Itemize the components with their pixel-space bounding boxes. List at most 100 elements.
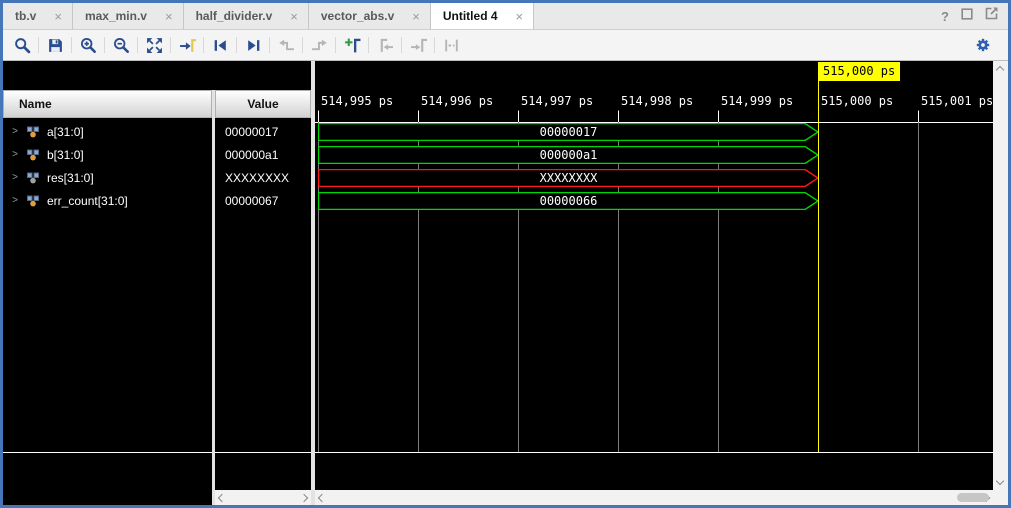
waveform-horizontal-scrollbar[interactable] [315,490,993,505]
editor-tab[interactable]: vector_abs.v × [309,3,431,29]
next-marker-button[interactable] [405,32,431,58]
bus-signal-icon [26,126,40,138]
axis-tick-label: 514,995 ps [321,94,393,108]
bus-value-label: 00000017 [318,123,819,141]
content-end-line [215,452,311,453]
tab-close-icon[interactable]: × [412,10,420,23]
signal-value-cell: 00000067 [215,189,311,212]
gridline [918,110,919,452]
axis-tick-label: 515,000 ps [821,94,893,108]
toolbar-separator [236,37,237,53]
scroll-down-icon[interactable] [996,477,1004,485]
tab-close-icon[interactable]: × [516,10,524,23]
expander-icon[interactable]: > [11,149,19,160]
waveform-canvas[interactable]: 514,995 ps 514,996 ps 514,997 ps 514,998 ps… [315,61,993,505]
signal-tree-row[interactable]: > a[31:0] [3,120,212,143]
value-column-header[interactable]: Value [215,90,311,118]
signal-name: b[31:0] [47,148,84,162]
editor-tab[interactable]: half_divider.v × [184,3,309,29]
signal-name: a[31:0] [47,125,84,139]
editor-tab[interactable]: max_min.v × [73,3,184,29]
maximize-icon[interactable] [985,7,998,25]
scroll-left-icon[interactable] [218,493,226,501]
expander-icon[interactable]: > [11,172,19,183]
signal-name: res[31:0] [47,171,94,185]
go-to-last-time-button[interactable] [240,32,266,58]
waveform-bus-b[31:0][interactable]: 000000a1 [318,146,819,164]
help-icon[interactable]: ? [941,9,949,24]
tab-label: Untitled 4 [443,9,498,23]
scroll-left-icon[interactable] [318,493,326,501]
find-button[interactable] [9,32,35,58]
scroll-right-icon[interactable] [300,493,308,501]
signal-value-cell: 000000a1 [215,143,311,166]
tab-close-icon[interactable]: × [290,10,298,23]
tabs-container: tb.v × max_min.v × half_divider.v × vect… [3,3,534,29]
toolbar-separator [137,37,138,53]
waveform-bus-err_count[31:0][interactable]: 00000066 [318,192,819,210]
signal-name: err_count[31:0] [47,194,128,208]
tab-label: half_divider.v [196,9,273,23]
toolbar-separator [434,37,435,53]
editor-tab-bar: tb.v × max_min.v × half_divider.v × vect… [3,3,1008,30]
tab-label: max_min.v [85,9,147,23]
go-to-time-0-button[interactable] [207,32,233,58]
zoom-to-cursor-button[interactable] [174,32,200,58]
zoom-in-button[interactable] [75,32,101,58]
signal-tree-row[interactable]: > res[31:0] [3,166,212,189]
vivado-waveform-window: tb.v × max_min.v × half_divider.v × vect… [0,0,1011,508]
toolbar-separator [38,37,39,53]
axis-tick-label: 514,997 ps [521,94,593,108]
tab-label: tb.v [15,9,36,23]
bus-value-label: XXXXXXXX [318,169,819,187]
expander-icon[interactable]: > [11,195,19,206]
axis-tick-mark [918,111,919,122]
toolbar-separator [368,37,369,53]
expander-icon[interactable]: > [11,126,19,137]
previous-marker-button[interactable] [372,32,398,58]
toolbar-separator [203,37,204,53]
add-marker-button[interactable] [339,32,365,58]
scroll-up-icon[interactable] [996,66,1004,74]
save-waveform-configuration-button[interactable] [42,32,68,58]
previous-transition-button[interactable] [273,32,299,58]
axis-tick-label: 514,996 ps [421,94,493,108]
bus-value-label: 000000a1 [318,146,819,164]
signal-name-list: > a[31:0] > b[31:0] > [3,120,212,212]
float-window-icon[interactable] [961,7,973,25]
bus-value-label: 00000066 [318,192,819,210]
waveform-bus-a[31:0][interactable]: 00000017 [318,123,819,141]
scrollbar-corner [993,490,1008,505]
settings-gear-icon[interactable] [970,32,996,58]
tab-close-icon[interactable]: × [165,10,173,23]
editor-tab[interactable]: tb.v × [3,3,73,29]
toolbar-separator [104,37,105,53]
tab-close-icon[interactable]: × [54,10,62,23]
signal-value-cell: XXXXXXXX [215,166,311,189]
value-horizontal-scrollbar[interactable] [215,490,311,505]
waveform-vertical-scrollbar[interactable] [993,61,1008,490]
signal-value-list: 00000017000000a1XXXXXXXX00000067 [215,120,311,212]
waveform-bus-res[31:0][interactable]: XXXXXXXX [318,169,819,187]
signal-tree-row[interactable]: > b[31:0] [3,143,212,166]
time-cursor-line[interactable] [818,80,819,452]
scrollbar-thumb[interactable] [957,493,989,502]
waveform-main-area: Name Value > a[31:0] > b[31:0] > [3,61,1008,505]
zoom-fit-button[interactable] [141,32,167,58]
tabbar-spacer [534,3,941,29]
content-end-line [315,452,993,453]
bus-signal-icon [26,195,40,207]
next-transition-button[interactable] [306,32,332,58]
waveform-toolbar [3,30,1008,61]
cursor-time-label[interactable]: 515,000 ps [818,62,900,81]
axis-tick-mark [318,111,319,122]
toolbar-separator [170,37,171,53]
axis-tick-label: 514,998 ps [621,94,693,108]
signal-tree-row[interactable]: > err_count[31:0] [3,189,212,212]
name-column-header[interactable]: Name [3,90,212,118]
toolbar-separator [71,37,72,53]
swap-cursors-button[interactable] [438,32,464,58]
window-controls: ? [941,3,1008,29]
zoom-out-button[interactable] [108,32,134,58]
editor-tab[interactable]: Untitled 4 × [431,3,534,29]
